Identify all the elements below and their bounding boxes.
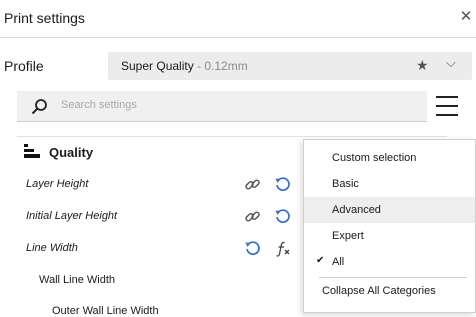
function-icon[interactable]	[274, 240, 291, 257]
star-icon[interactable]: ★	[416, 57, 429, 74]
checkmark-icon: ✔	[316, 255, 325, 266]
title-bar: Print settings ✕	[0, 0, 476, 38]
reset-icon[interactable]	[274, 208, 291, 225]
category-title[interactable]: Quality	[49, 145, 93, 160]
profile-detail: - 0.12mm	[193, 59, 248, 73]
collapse-all-categories[interactable]: Collapse All Categories	[322, 285, 436, 297]
link-icon[interactable]	[244, 176, 261, 193]
link-icon[interactable]	[244, 208, 261, 225]
reset-icon[interactable]	[244, 240, 261, 257]
chevron-down-icon[interactable]: ⌵	[446, 55, 456, 71]
setting-wall-line-width[interactable]: Wall Line Width	[39, 274, 115, 286]
setting-outer-wall-line-width[interactable]: Outer Wall Line Width	[52, 305, 159, 317]
setting-line-width[interactable]: Line Width	[26, 242, 78, 254]
menu-item-label: Expert	[332, 230, 364, 242]
settings-menu-icon[interactable]	[436, 96, 458, 116]
menu-bar	[436, 96, 458, 98]
profile-name: Super Quality - 0.12mm	[121, 59, 248, 73]
reset-icon[interactable]	[274, 176, 291, 193]
menu-item-label: Custom selection	[332, 152, 417, 164]
menu-item-label: Basic	[332, 178, 359, 190]
menu-bar	[436, 114, 458, 116]
menu-item-expert[interactable]: Expert	[304, 223, 475, 249]
menu-item-all[interactable]: ✔ All	[304, 249, 475, 275]
search-box[interactable]	[17, 91, 427, 122]
search-icon	[31, 99, 47, 115]
menu-item-basic[interactable]: Basic	[304, 171, 475, 197]
quality-category-icon	[24, 144, 40, 158]
search-input[interactable]	[61, 99, 401, 111]
settings-visibility-menu: Custom selection Basic Advanced Expert ✔…	[303, 139, 476, 313]
menu-divider	[319, 277, 467, 278]
profile-name-text: Super Quality	[121, 59, 194, 73]
close-icon[interactable]: ✕	[455, 6, 476, 28]
divider	[17, 136, 447, 137]
setting-layer-height[interactable]: Layer Height	[26, 178, 88, 190]
menu-item-label: All	[332, 256, 345, 268]
profile-label: Profile	[4, 58, 44, 74]
profile-select[interactable]: Super Quality - 0.12mm ★ ⌵	[108, 52, 472, 80]
menu-item-label: Advanced	[332, 204, 381, 216]
menu-item-advanced[interactable]: Advanced	[304, 197, 475, 223]
menu-item-custom-selection[interactable]: Custom selection	[304, 145, 475, 171]
setting-initial-layer-height[interactable]: Initial Layer Height	[26, 210, 117, 222]
window-title: Print settings	[4, 10, 85, 26]
menu-bar	[436, 105, 458, 107]
